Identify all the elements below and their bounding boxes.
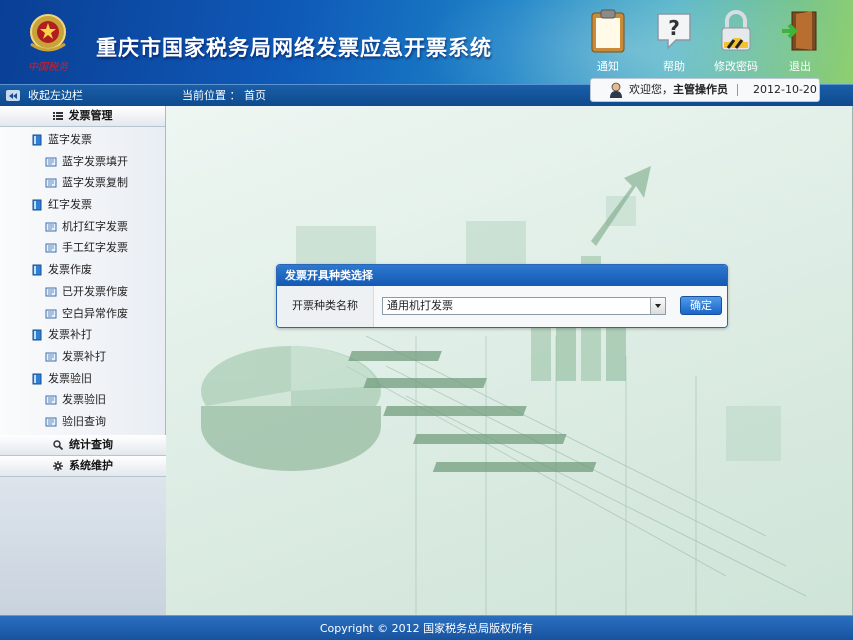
- invoice-document-icon: [45, 287, 57, 297]
- main-content: [166, 106, 853, 615]
- invoice-document-icon: [45, 395, 57, 405]
- sidebar-tree-group[interactable]: 发票补打: [0, 324, 165, 346]
- sidebar-tree-label: 发票补打: [62, 349, 106, 363]
- help-button[interactable]: ? 帮助: [646, 8, 702, 76]
- invoice-document-icon: [45, 309, 57, 318]
- sidebar-tree-label: 空白异常作废: [62, 306, 128, 320]
- sidebar-tree-label: 已开发票作废: [62, 284, 128, 298]
- sidebar-tree-item[interactable]: 已开发票作废: [0, 281, 165, 303]
- sidebar-tree-item[interactable]: 发票补打: [0, 346, 165, 368]
- sidebar-tree-label: 机打红字发票: [62, 219, 128, 233]
- invoice-document-icon: [45, 157, 57, 167]
- invoice-document-icon: [45, 243, 57, 253]
- section-label: 系统维护: [69, 459, 113, 472]
- svg-text:?: ?: [668, 16, 680, 40]
- current-date: 2012-10-20: [753, 83, 817, 96]
- book-icon: [32, 134, 42, 146]
- invoice-type-dialog: 发票开具种类选择 开票种类名称 通用机打发票 确定: [276, 264, 728, 328]
- app-title: 重庆市国家税务局网络发票应急开票系统: [96, 36, 492, 60]
- sidebar-tree-item[interactable]: 机打红字发票: [0, 216, 165, 238]
- logout-button[interactable]: 退出: [772, 8, 828, 76]
- collapse-arrow-icon: [6, 90, 20, 101]
- help-icon: ?: [657, 13, 691, 50]
- book-icon: [32, 264, 42, 276]
- sidebar-section-statistics-query[interactable]: 统计查询: [0, 435, 166, 456]
- invoice-type-selected-value: 通用机打发票: [387, 299, 453, 312]
- sidebar-tree-item[interactable]: 验旧查询: [0, 411, 165, 433]
- confirm-button[interactable]: 确定: [680, 296, 722, 315]
- user-icon: [610, 82, 622, 98]
- dialog-title: 发票开具种类选择: [277, 265, 727, 286]
- book-icon: [32, 373, 42, 385]
- sidebar-tree: 蓝字发票蓝字发票填开 蓝字发票复制红字发票机打红字发票 手工红字发票发票作废已开发票…: [0, 127, 165, 433]
- invoice-document-icon: [45, 352, 57, 362]
- current-user: 主管操作员: [673, 83, 728, 96]
- collapse-sidebar-button[interactable]: 收起左边栏: [0, 85, 166, 106]
- welcome-text: 欢迎您，主管操作员: [629, 83, 728, 96]
- invoice-document-icon: [45, 417, 57, 427]
- notice-label: 通知: [597, 60, 619, 73]
- chevron-down-icon[interactable]: [650, 298, 665, 314]
- sidebar-tree-item[interactable]: 发票验旧: [0, 389, 165, 411]
- sidebar-tree-label: 蓝字发票: [48, 133, 92, 146]
- sidebar-tree-group[interactable]: 发票验旧: [0, 368, 165, 390]
- change-password-button[interactable]: 修改密码: [708, 8, 764, 76]
- gear-icon: [53, 461, 63, 471]
- book-icon: [32, 199, 42, 211]
- sidebar-tree-group[interactable]: 发票作废: [0, 259, 165, 281]
- sidebar-tree-label: 蓝字发票填开: [62, 154, 128, 168]
- logout-label: 退出: [789, 60, 811, 73]
- sidebar: 发票管理 蓝字发票蓝字发票填开 蓝字发票复制红字发票机打红字发票 手工红字发票发票作…: [0, 106, 166, 615]
- sidebar-tree-label: 红字发票: [48, 198, 92, 212]
- section-label: 统计查询: [69, 438, 113, 451]
- invoice-document-icon: [45, 222, 57, 232]
- sidebar-tree-label: 手工红字发票: [62, 241, 128, 255]
- sidebar-tree-item[interactable]: 空白异常作废: [0, 303, 165, 325]
- invoice-type-label: 开票种类名称: [277, 286, 374, 327]
- sidebar-tree-label: 发票验旧: [48, 371, 92, 385]
- invoice-document-icon: [45, 178, 57, 188]
- sidebar-tree-label: 发票验旧: [62, 393, 106, 407]
- sidebar-section-system-maintenance[interactable]: 系统维护: [0, 456, 166, 477]
- invoice-type-select[interactable]: 通用机打发票: [382, 297, 666, 315]
- clipboard-icon: [591, 9, 625, 53]
- help-label: 帮助: [663, 60, 685, 73]
- book-icon: [32, 329, 42, 341]
- sidebar-tree-item[interactable]: 手工红字发票: [0, 237, 165, 259]
- change-password-label: 修改密码: [714, 60, 758, 73]
- welcome-divider: [737, 84, 738, 96]
- sidebar-tree-label: 验旧查询: [62, 414, 106, 428]
- sidebar-tree-group[interactable]: 红字发票: [0, 194, 165, 216]
- svg-text:中国税务: 中国税务: [28, 61, 69, 73]
- list-icon: [52, 112, 63, 120]
- dialog-body: 开票种类名称 通用机打发票 确定: [277, 286, 727, 327]
- sidebar-tree-item[interactable]: 蓝字发票填开: [0, 151, 165, 173]
- collapse-sidebar-label: 收起左边栏: [28, 89, 83, 102]
- sidebar-tree-label: 发票补打: [48, 328, 92, 342]
- sidebar-section-invoice-management[interactable]: 发票管理: [0, 106, 165, 127]
- sidebar-empty-area: [0, 477, 166, 615]
- exit-door-icon: [782, 11, 817, 51]
- footer: Copyright © 2012 国家税务总局版权所有: [0, 615, 853, 640]
- copyright-text: Copyright © 2012 国家税务总局版权所有: [319, 622, 534, 635]
- welcome-box: 欢迎您，主管操作员 2012-10-20: [590, 78, 820, 102]
- sidebar-tree-label: 蓝字发票复制: [62, 176, 128, 190]
- notice-button[interactable]: 通知: [580, 8, 636, 76]
- tax-emblem-logo: 中国税务: [28, 14, 69, 73]
- sidebar-tree-group[interactable]: 蓝字发票: [0, 129, 165, 151]
- breadcrumb: 当前位置 ： 首页: [182, 89, 266, 102]
- search-icon: [53, 440, 63, 450]
- section-label: 发票管理: [68, 109, 113, 122]
- decorative-chart-background: [201, 166, 807, 615]
- app-header: 中国税务 重庆市国家税务局网络发票应急开票系统 通知 ? 帮助 修改密码 退出: [0, 0, 853, 84]
- sidebar-tree-label: 发票作废: [48, 263, 92, 277]
- lock-icon: [721, 10, 751, 51]
- sidebar-tree-item[interactable]: 蓝字发票复制: [0, 172, 165, 194]
